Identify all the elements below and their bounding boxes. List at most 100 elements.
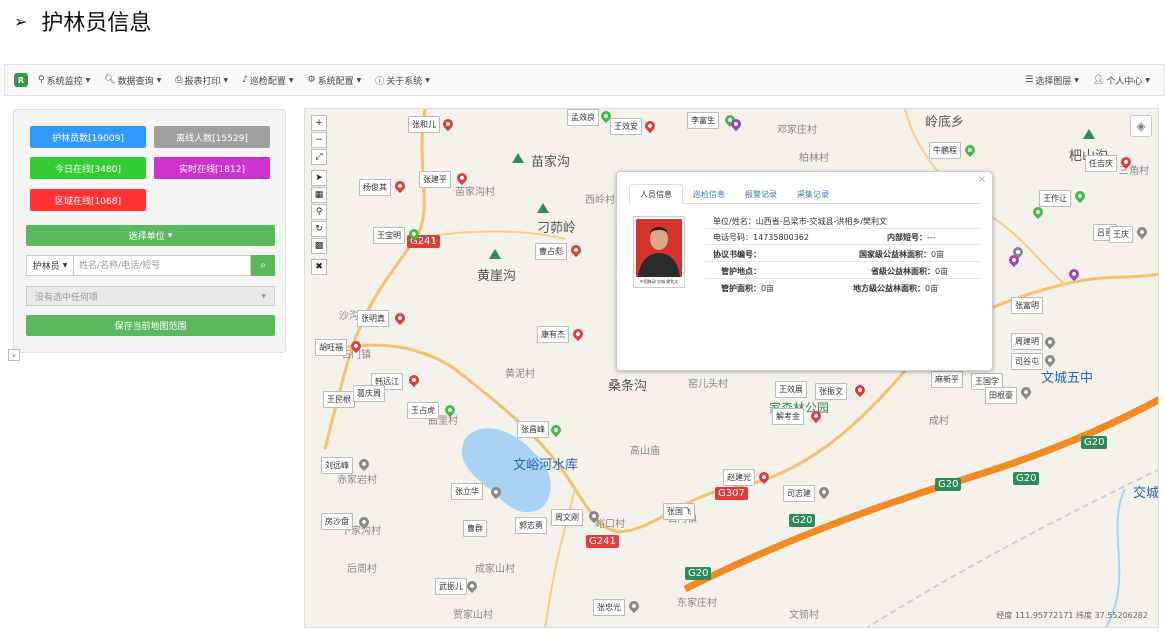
- layers-icon: ◈: [1136, 119, 1146, 133]
- ranger-name-tag[interactable]: 张富明: [1011, 297, 1043, 314]
- ranger-name-tag[interactable]: 王庆: [1109, 226, 1133, 243]
- ranger-name-tag[interactable]: 张建平: [419, 171, 451, 188]
- ranger-name-tag[interactable]: 武振儿: [435, 578, 467, 595]
- ranger-name-tag[interactable]: 任吉庆: [1085, 155, 1117, 172]
- collapse-sidebar-button[interactable]: ‹: [8, 349, 20, 361]
- ranger-name-tag[interactable]: 王占虎: [407, 402, 439, 419]
- ranger-name-tag[interactable]: 王民根: [323, 391, 355, 408]
- ranger-name-tag[interactable]: 张和儿: [408, 116, 440, 133]
- ranger-name-tag[interactable]: 刘远峰: [321, 457, 353, 474]
- ranger-name-tag[interactable]: 张明真: [357, 310, 389, 327]
- ranger-name-tag[interactable]: 李富生: [687, 112, 719, 129]
- tab-patrol-info[interactable]: 巡检信息: [683, 184, 735, 204]
- place-label: 文锜村: [789, 610, 819, 621]
- ranger-name-tag[interactable]: 张昌峰: [517, 421, 549, 438]
- total-rangers-button[interactable]: 护林员数[19009]: [30, 126, 146, 148]
- place-label: 黄泥村: [505, 369, 535, 380]
- printer-icon: ⎙: [175, 75, 183, 85]
- place-label: 西岭村: [585, 195, 615, 206]
- ranger-name-tag[interactable]: 解考金: [772, 408, 804, 425]
- ranger-name-tag[interactable]: 周文刚: [551, 509, 583, 526]
- ranger-name-tag[interactable]: 胡旺福: [315, 339, 347, 356]
- nav-select-layer[interactable]: ☰ 选择图层 ▼: [1025, 74, 1079, 87]
- place-label: 贾家山村: [453, 610, 493, 621]
- tab-alarm-records[interactable]: 报警记录: [735, 184, 787, 204]
- ranger-name-tag[interactable]: 张国飞: [663, 503, 695, 520]
- ranger-name-tag[interactable]: 王效展: [775, 381, 807, 398]
- layer-switch-button[interactable]: ◈: [1130, 115, 1152, 137]
- zoom-in-button[interactable]: +: [311, 115, 327, 131]
- layers-grid-icon[interactable]: ▦: [311, 187, 327, 203]
- select-unit-button[interactable]: 选择单位 ▼: [26, 225, 275, 246]
- ranger-name-tag[interactable]: 曹占彪: [535, 243, 567, 260]
- ranger-name-tag[interactable]: 麻新平: [931, 371, 963, 388]
- ranger-name-tag[interactable]: 张忠光: [593, 599, 625, 616]
- ranger-portrait: [636, 219, 682, 277]
- page-heading: ➢ 护林员信息: [14, 6, 151, 36]
- item-select-dropdown[interactable]: 没有选中任何项 ▼: [26, 286, 275, 306]
- save-map-range-button[interactable]: 保存当前地图范围: [26, 315, 275, 336]
- marker-icon[interactable]: ⚲: [311, 204, 327, 220]
- road-badge: G307: [715, 487, 748, 500]
- search-input[interactable]: [74, 255, 251, 276]
- nav-system-config[interactable]: ⚙ 系统配置 ▼: [308, 74, 362, 87]
- place-label: 黄崖沟: [477, 269, 517, 284]
- ranger-photo: 中国移动 交城 樊利文: [633, 216, 685, 288]
- grid-icon[interactable]: ▩: [311, 238, 327, 254]
- zoom-out-button[interactable]: −: [311, 132, 327, 148]
- refresh-icon[interactable]: ↻: [311, 221, 327, 237]
- nav-data-query[interactable]: 🔍︎ 数据查询 ▼: [104, 74, 161, 87]
- ranger-name-tag[interactable]: 王宝明: [373, 227, 405, 244]
- locate-arrow-icon[interactable]: ➤: [311, 170, 327, 186]
- province-forest-row: 省级公益林面积：0亩: [871, 267, 949, 276]
- map-toolbar: + − ⤢ ➤ ▦ ⚲ ↻ ▩ ✖: [311, 115, 327, 276]
- ranger-name-tag[interactable]: 张振文: [815, 383, 847, 400]
- map-view[interactable]: 苗家沟刁茆岭黄崖沟桑条沟文峪河水库文城五中交城岭底乡杷山沟苗家沟村西岭村邓家庄村…: [304, 108, 1159, 628]
- realtime-online-button[interactable]: 实时在线[1812]: [154, 157, 270, 179]
- caret-down-icon: ▼: [425, 76, 430, 84]
- ranger-name-tag[interactable]: 张立华: [451, 483, 483, 500]
- ranger-name-tag[interactable]: 曹群: [463, 520, 487, 537]
- place-label: 成家山村: [475, 564, 515, 575]
- caret-down-icon: ▼: [156, 76, 162, 84]
- road-badge: G20: [935, 478, 962, 491]
- nav-about-system[interactable]: ⓘ 关于系统 ▼: [375, 74, 430, 87]
- search-type-dropdown[interactable]: 护林员 ▼: [26, 255, 74, 276]
- ranger-name-tag[interactable]: 葛庆周: [353, 385, 385, 402]
- ranger-name-tag[interactable]: 康有杰: [537, 326, 569, 343]
- nav-report-print[interactable]: ⎙ 报表打印 ▼: [175, 74, 228, 87]
- nav-patrol-config[interactable]: ♪ 巡检配置 ▼: [242, 74, 293, 87]
- area-online-button[interactable]: 区域在线[1068]: [30, 189, 146, 211]
- ranger-name-tag[interactable]: 房沙盘: [321, 513, 353, 530]
- tab-personnel-info[interactable]: 人员信息: [629, 184, 683, 204]
- ranger-name-tag[interactable]: 王效安: [610, 118, 642, 135]
- ranger-name-tag[interactable]: 郭志勇: [515, 517, 547, 534]
- mountain-icon: [512, 153, 524, 163]
- ranger-name-tag[interactable]: 赵建光: [723, 469, 755, 486]
- tab-collection-records[interactable]: 采集记录: [787, 184, 839, 204]
- national-forest-row: 国家级公益林面积：0亩: [859, 250, 945, 259]
- place-label: 文城五中: [1041, 371, 1094, 386]
- ranger-name-tag[interactable]: 杨俊其: [359, 179, 391, 196]
- offline-count-button[interactable]: 离线人数[15529]: [154, 126, 270, 148]
- ranger-name-tag[interactable]: 王作让: [1039, 190, 1071, 207]
- unit-name-row: 单位/姓名：山西省-吕梁市-交城县-洪相乡/樊利文: [713, 217, 888, 226]
- ranger-name-tag[interactable]: 司谷屯: [1011, 353, 1043, 370]
- nav-personal-center[interactable]: 👤︎ 个人中心 ▼: [1093, 74, 1150, 87]
- caret-down-icon: ▼: [288, 76, 294, 84]
- close-tools-icon[interactable]: ✖: [311, 259, 327, 275]
- ranger-name-tag[interactable]: 孟效良: [567, 109, 599, 126]
- ranger-name-tag[interactable]: 周建明: [1011, 333, 1043, 350]
- search-button[interactable]: ⌕: [251, 255, 275, 276]
- road-badge: G20: [1013, 472, 1040, 485]
- place-label: 沙沟: [339, 311, 359, 322]
- contract-number-row: 协议书编号：: [713, 250, 761, 259]
- nav-system-monitor[interactable]: ⚲ 系统监控 ▼: [38, 74, 90, 87]
- ranger-name-tag[interactable]: 司志建: [783, 485, 815, 502]
- app-logo-icon[interactable]: R: [14, 73, 28, 87]
- today-online-button[interactable]: 今日在线[3480]: [30, 157, 146, 179]
- ranger-name-tag[interactable]: 田根豪: [985, 387, 1017, 404]
- ranger-name-tag[interactable]: 牛鹏程: [929, 142, 961, 159]
- fullscreen-button[interactable]: ⤢: [311, 149, 327, 165]
- chevron-left-icon: ‹: [12, 350, 16, 360]
